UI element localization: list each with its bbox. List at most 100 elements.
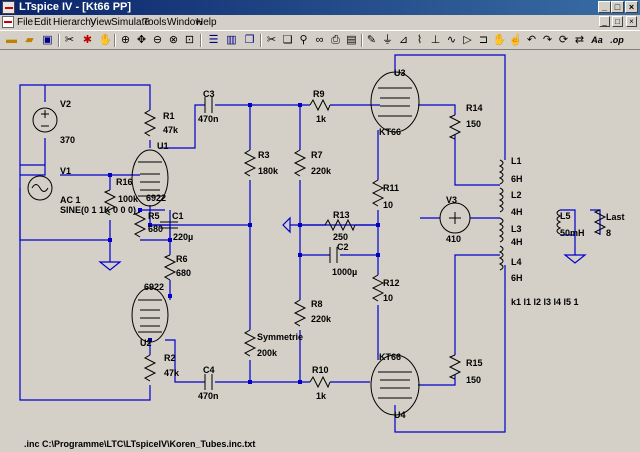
zoom-in-icon[interactable]: ⊕ bbox=[118, 33, 133, 48]
redo-icon[interactable]: ↷ bbox=[540, 33, 555, 48]
print-preview-icon[interactable]: ▤ bbox=[344, 33, 359, 48]
schematic-canvas[interactable]: V2 370 R1 47k C3 470n R9 1k U3 KT66 R14 … bbox=[0, 51, 640, 452]
label-r9-value: 1k bbox=[316, 114, 327, 124]
label-l1-value: 6H bbox=[511, 174, 523, 184]
drag-icon[interactable]: ☝ bbox=[508, 33, 523, 48]
label-u4: U4 bbox=[394, 410, 406, 420]
label-c1-value: 220µ bbox=[173, 232, 193, 242]
label-r9: R9 bbox=[313, 89, 325, 99]
doc-restore-button[interactable]: □ bbox=[612, 16, 623, 27]
label-c3-value: 470n bbox=[198, 114, 219, 124]
label-r5: R5 bbox=[148, 211, 160, 221]
text-icon[interactable]: Aa bbox=[588, 33, 606, 48]
resistor-icon[interactable]: ⌇ bbox=[412, 33, 427, 48]
label-net-icon[interactable]: ⊿ bbox=[396, 33, 411, 48]
ltspice-app-icon[interactable] bbox=[2, 1, 15, 14]
rotate-icon[interactable]: ⟳ bbox=[556, 33, 571, 48]
spice-directive-include: .inc C:\Programme\LTC\LTspiceIV\Koren_Tu… bbox=[24, 439, 255, 449]
label-v3-value: 410 bbox=[446, 234, 461, 244]
label-c4: C4 bbox=[203, 365, 215, 375]
halt-icon[interactable]: ✋ bbox=[98, 33, 113, 48]
menu-edit[interactable]: Edit bbox=[34, 16, 51, 29]
label-r13-value: 250 bbox=[333, 232, 348, 242]
label-l5: L5 bbox=[560, 211, 571, 221]
title-bar[interactable]: LTspice IV - [Kt66 PP] _ □ × bbox=[0, 0, 640, 15]
component-labels: V2 370 R1 47k C3 470n R9 1k U3 KT66 R14 … bbox=[24, 68, 625, 449]
label-6922-top: 6922 bbox=[146, 193, 166, 203]
label-symmetrie: Symmetrie bbox=[257, 332, 303, 342]
label-c2: C2 bbox=[337, 242, 349, 252]
inductor-icon[interactable]: ∿ bbox=[444, 33, 459, 48]
tile-horizontal-icon[interactable]: ☰ bbox=[206, 33, 221, 48]
menu-file[interactable]: File bbox=[17, 16, 33, 29]
label-last: Last bbox=[606, 212, 625, 222]
cut-icon[interactable]: ✂ bbox=[62, 33, 77, 48]
zoom-out-icon[interactable]: ⊖ bbox=[150, 33, 165, 48]
label-r14-value: 150 bbox=[466, 119, 481, 129]
open-folder-icon[interactable]: ▬ bbox=[4, 33, 19, 48]
undo-icon[interactable]: ↶ bbox=[524, 33, 539, 48]
label-l5-value: 50mH bbox=[560, 228, 585, 238]
cascade-icon[interactable]: ❐ bbox=[242, 33, 257, 48]
mirror-icon[interactable]: ⇄ bbox=[572, 33, 587, 48]
menu-help[interactable]: Help bbox=[196, 16, 217, 29]
menu-view[interactable]: View bbox=[90, 16, 112, 29]
find-icon[interactable]: ⚲ bbox=[296, 33, 311, 48]
menu-bar: File Edit Hierarchy View Simulate Tools … bbox=[0, 15, 640, 30]
zoom-fit-icon[interactable]: ⊡ bbox=[182, 33, 197, 48]
label-l1: L1 bbox=[511, 156, 522, 166]
move-icon[interactable]: ✋ bbox=[492, 33, 507, 48]
label-r13: R13 bbox=[333, 210, 350, 220]
doc-close-button[interactable]: × bbox=[626, 16, 637, 27]
label-l4: L4 bbox=[511, 257, 522, 267]
diode-icon[interactable]: ▷ bbox=[460, 33, 475, 48]
binocular-icon[interactable]: ∞ bbox=[312, 33, 327, 48]
zoom-cancel-icon[interactable]: ⊗ bbox=[166, 33, 181, 48]
close-button[interactable]: × bbox=[625, 1, 638, 13]
pan-icon[interactable]: ✥ bbox=[134, 33, 149, 48]
duplicate-icon[interactable]: ❏ bbox=[280, 33, 295, 48]
component-icon[interactable]: ⊐ bbox=[476, 33, 491, 48]
label-kt66-bottom: KT66 bbox=[379, 352, 401, 362]
open-folder-icon[interactable]: ▰ bbox=[22, 33, 37, 48]
menu-tools[interactable]: Tools bbox=[143, 16, 166, 29]
spice-directive-icon[interactable]: .op bbox=[608, 33, 626, 48]
label-r10: R10 bbox=[312, 365, 329, 375]
label-u2: U2 bbox=[140, 338, 152, 348]
label-r12-value: 10 bbox=[383, 293, 393, 303]
label-r15-value: 150 bbox=[466, 375, 481, 385]
label-v1: V1 bbox=[60, 166, 71, 176]
maximize-button[interactable]: □ bbox=[611, 1, 624, 13]
label-v3: V3 bbox=[446, 195, 457, 205]
label-r11-value: 10 bbox=[383, 200, 393, 210]
label-l3: L3 bbox=[511, 224, 522, 234]
ground-icon[interactable]: ⏚ bbox=[380, 33, 395, 48]
run-icon[interactable]: ✱ bbox=[80, 33, 95, 48]
print-icon[interactable]: ⎙ bbox=[328, 33, 343, 48]
capacitor-icon[interactable]: ⊥ bbox=[428, 33, 443, 48]
label-kt66-top: KT66 bbox=[379, 127, 401, 137]
minimize-button[interactable]: _ bbox=[598, 1, 611, 13]
label-r11: R11 bbox=[383, 183, 399, 193]
label-r3-value: 180k bbox=[258, 166, 279, 176]
label-l3-value: 4H bbox=[511, 237, 523, 247]
label-last-value: 8 bbox=[606, 228, 611, 238]
ltspice-window: LTspice IV - [Kt66 PP] _ □ × File Edit H… bbox=[0, 0, 640, 452]
document-icon[interactable] bbox=[2, 16, 14, 28]
label-r7: R7 bbox=[311, 150, 323, 160]
label-6922-bottom: 6922 bbox=[144, 282, 164, 292]
wire-icon[interactable]: ✎ bbox=[364, 33, 379, 48]
delete-icon[interactable]: ✂ bbox=[264, 33, 279, 48]
label-r7-value: 220k bbox=[311, 166, 332, 176]
doc-minimize-button[interactable]: _ bbox=[599, 16, 610, 27]
label-r8-value: 220k bbox=[311, 314, 332, 324]
tile-vertical-icon[interactable]: ▥ bbox=[224, 33, 239, 48]
schematic-drawing[interactable]: V2 370 R1 47k C3 470n R9 1k U3 KT66 R14 … bbox=[0, 51, 640, 452]
label-r12: R12 bbox=[383, 278, 400, 288]
label-v2-value: 370 bbox=[60, 135, 75, 145]
label-r6: R6 bbox=[176, 254, 188, 264]
label-r1-value: 47k bbox=[163, 125, 179, 135]
window-title: LTspice IV - [Kt66 PP] bbox=[19, 1, 132, 13]
save-icon[interactable]: ▣ bbox=[40, 33, 55, 48]
label-l4-value: 6H bbox=[511, 273, 523, 283]
